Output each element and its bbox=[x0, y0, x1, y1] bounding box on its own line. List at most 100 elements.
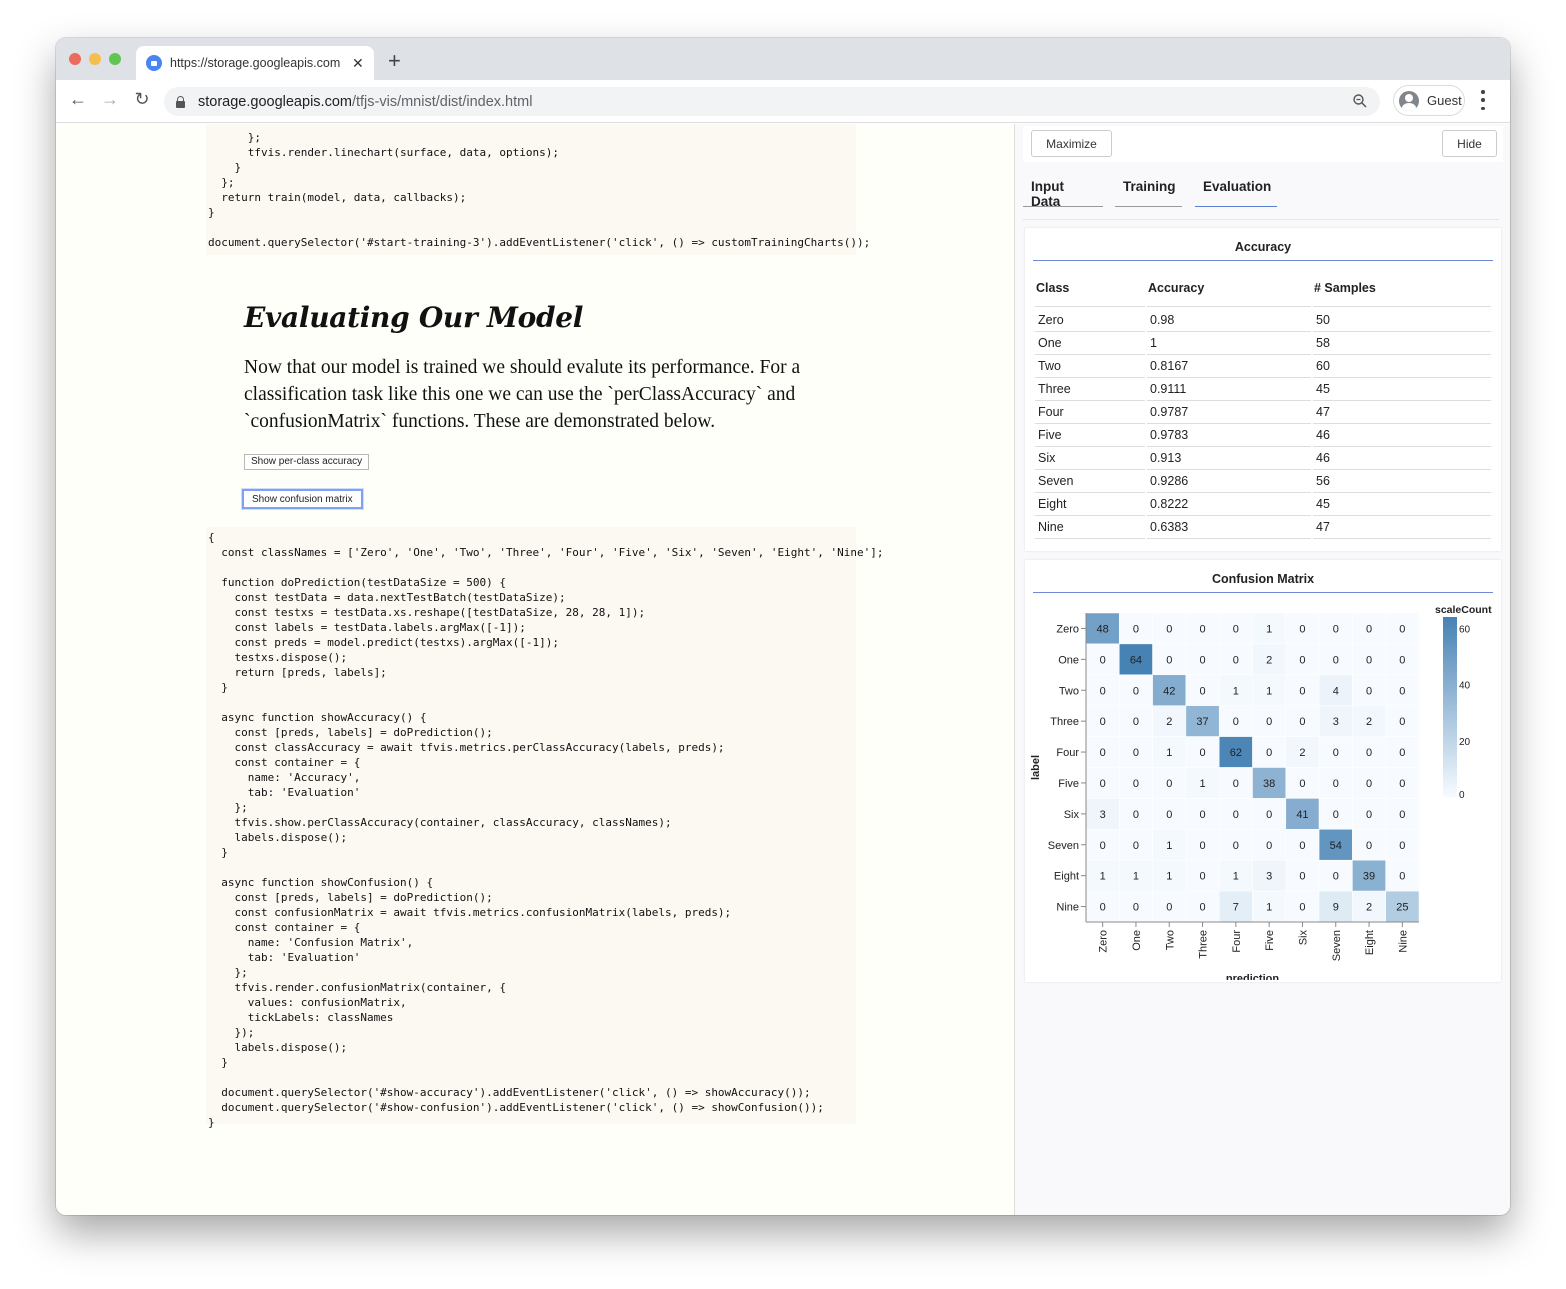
cell-value-label: 0 bbox=[1366, 778, 1372, 790]
tab-training[interactable]: Training bbox=[1115, 179, 1182, 207]
close-tab-icon[interactable]: ✕ bbox=[352, 55, 364, 72]
table-row: Nine 0.6383 47 bbox=[1035, 516, 1491, 539]
cell-value-label: 0 bbox=[1399, 778, 1405, 790]
code-line: const preds = model.predict(testxs).argM… bbox=[208, 636, 559, 649]
y-tick-label: Nine bbox=[1056, 902, 1079, 914]
tab-evaluation[interactable]: Evaluation bbox=[1195, 179, 1277, 207]
cell-value-label: 39 bbox=[1363, 871, 1375, 883]
code-line: } bbox=[208, 206, 215, 219]
cell-value-label: 0 bbox=[1199, 747, 1205, 759]
browser-menu-icon[interactable] bbox=[1481, 90, 1485, 110]
cell-value-label: 2 bbox=[1366, 716, 1372, 728]
table-row: Four 0.9787 47 bbox=[1035, 401, 1491, 424]
show-accuracy-button[interactable]: Show per-class accuracy bbox=[244, 454, 370, 470]
cell-value-label: 0 bbox=[1366, 685, 1372, 697]
cell-value-label: 0 bbox=[1333, 778, 1339, 790]
accuracy-surface: Accuracy Class Accuracy # Samples Zero 0.… bbox=[1025, 228, 1501, 551]
cell-samples: 56 bbox=[1313, 470, 1491, 493]
show-confusion-button[interactable]: Show confusion matrix bbox=[242, 489, 363, 509]
code-line: }; bbox=[208, 966, 248, 979]
url-host: storage.googleapis.com bbox=[198, 93, 352, 110]
zoom-out-icon[interactable] bbox=[1352, 93, 1368, 109]
cell-value-label: 0 bbox=[1133, 778, 1139, 790]
cell-value-label: 0 bbox=[1266, 840, 1272, 852]
code-line: testxs.dispose(); bbox=[208, 651, 348, 664]
header-class: Class bbox=[1035, 279, 1145, 307]
code-line: const container = { bbox=[208, 921, 361, 934]
page-content: }; tfvis.render.linechart(surface, data,… bbox=[56, 124, 1510, 1215]
x-tick-label: Five bbox=[1264, 930, 1276, 951]
cell-value-label: 0 bbox=[1133, 747, 1139, 759]
tab-input-data[interactable]: Input Data bbox=[1023, 179, 1103, 209]
cell-class: Five bbox=[1035, 424, 1145, 447]
table-row: One 1 58 bbox=[1035, 332, 1491, 355]
cell-value-label: 42 bbox=[1163, 685, 1175, 697]
cell-samples: 46 bbox=[1313, 424, 1491, 447]
cell-value-label: 0 bbox=[1199, 623, 1205, 635]
minimize-window-button[interactable] bbox=[89, 53, 101, 65]
section-heading: Evaluating Our Model bbox=[244, 301, 584, 334]
cell-samples: 60 bbox=[1313, 355, 1491, 378]
cell-value-label: 0 bbox=[1100, 654, 1106, 666]
cell-accuracy: 0.9286 bbox=[1147, 470, 1311, 493]
cell-samples: 47 bbox=[1313, 401, 1491, 424]
code-line: const testData = data.nextTestBatch(test… bbox=[208, 591, 566, 604]
cell-value-label: 1 bbox=[1166, 747, 1172, 759]
cell-value-label: 0 bbox=[1299, 654, 1305, 666]
forward-icon[interactable]: → bbox=[98, 89, 122, 110]
cell-value-label: 1 bbox=[1100, 871, 1106, 883]
visor-tabs: Input Data Training Evaluation bbox=[1023, 179, 1503, 209]
cell-value-label: 0 bbox=[1266, 809, 1272, 821]
cell-value-label: 0 bbox=[1399, 871, 1405, 883]
cell-value-label: 3 bbox=[1333, 716, 1339, 728]
cell-value-label: 0 bbox=[1299, 778, 1305, 790]
url-text: storage.googleapis.com/tfjs-vis/mnist/di… bbox=[198, 94, 532, 110]
y-tick-label: One bbox=[1058, 654, 1079, 666]
avatar-icon bbox=[1399, 90, 1419, 111]
cell-value-label: 62 bbox=[1230, 747, 1242, 759]
cell-class: Nine bbox=[1035, 516, 1145, 539]
cell-accuracy: 0.8222 bbox=[1147, 493, 1311, 516]
code-line: tickLabels: classNames bbox=[208, 1011, 394, 1024]
code-line: const testxs = testData.xs.reshape([test… bbox=[208, 606, 646, 619]
code-line: }; bbox=[208, 801, 248, 814]
cell-value-label: 0 bbox=[1133, 809, 1139, 821]
confusion-matrix-chart: 48 0 0 0 0 1 0 0 0 00 64 0 0 0 2 0 0 0 00 0 42 0 1 1 0 4 0 00 0 2 37 0 0… bbox=[1030, 604, 1492, 980]
confusion-matrix-surface: Confusion Matrix 48 0 0 0 0 1 0 0 0 0 0 64 0 0 0 2 0 0 0 0 0… bbox=[1025, 560, 1501, 982]
cell-value-label: 0 bbox=[1233, 654, 1239, 666]
back-icon[interactable]: ← bbox=[66, 89, 90, 110]
fullscreen-window-button[interactable] bbox=[109, 53, 121, 65]
cell-value-label: 0 bbox=[1366, 840, 1372, 852]
cell-class: One bbox=[1035, 332, 1145, 355]
cell-value-label: 0 bbox=[1366, 747, 1372, 759]
cell-value-label: 0 bbox=[1366, 809, 1372, 821]
cell-value-label: 9 bbox=[1333, 902, 1339, 914]
y-tick-label: Two bbox=[1059, 685, 1079, 697]
code-line: name: 'Accuracy', bbox=[208, 771, 361, 784]
header-samples: # Samples bbox=[1313, 279, 1491, 307]
code-line: tab: 'Evaluation' bbox=[208, 951, 361, 964]
cell-value-label: 0 bbox=[1299, 840, 1305, 852]
cell-accuracy: 0.9111 bbox=[1147, 378, 1311, 401]
close-window-button[interactable] bbox=[69, 53, 81, 65]
code-line: async function showConfusion() { bbox=[208, 876, 434, 889]
maximize-button[interactable]: Maximize bbox=[1031, 130, 1112, 157]
code-line: { bbox=[208, 531, 215, 544]
profile-button[interactable]: Guest bbox=[1393, 85, 1465, 116]
cell-value-label: 0 bbox=[1199, 685, 1205, 697]
address-bar[interactable]: storage.googleapis.com/tfjs-vis/mnist/di… bbox=[164, 87, 1380, 116]
code-line: const labels = testData.labels.argMax([-… bbox=[208, 621, 526, 634]
reload-icon[interactable]: ↻ bbox=[130, 89, 154, 110]
new-tab-button[interactable]: + bbox=[388, 50, 401, 72]
cell-value-label: 0 bbox=[1166, 654, 1172, 666]
browser-tab[interactable]: https://storage.googleapis.com ✕ bbox=[136, 46, 374, 80]
cell-accuracy: 0.8167 bbox=[1147, 355, 1311, 378]
hide-button[interactable]: Hide bbox=[1442, 130, 1497, 157]
code-line: async function showAccuracy() { bbox=[208, 711, 427, 724]
section-paragraph: Now that our model is trained we should … bbox=[244, 357, 801, 432]
code-line: document.querySelector('#start-training-… bbox=[208, 236, 871, 249]
code-block-training: }; tfvis.render.linechart(surface, data,… bbox=[206, 124, 871, 255]
legend-title: scaleCount bbox=[1435, 604, 1492, 616]
